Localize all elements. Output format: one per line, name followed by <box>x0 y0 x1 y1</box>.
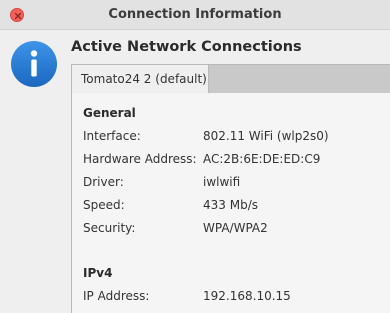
driver-label: Driver: <box>83 175 124 189</box>
section-title-general: General <box>83 106 136 120</box>
section-title-ipv4: IPv4 <box>83 266 113 280</box>
ip-address-label: IP Address: <box>83 289 150 303</box>
interface-label: Interface: <box>83 129 141 143</box>
driver-value: iwlwifi <box>203 175 241 189</box>
interface-value: 802.11 WiFi (wlp2s0) <box>203 129 329 143</box>
tab-bar: Tomato24 2 (default) <box>71 64 390 94</box>
title-bar: Connection Information <box>0 0 390 30</box>
window-title: Connection Information <box>108 7 282 22</box>
security-label: Security: <box>83 221 136 235</box>
tab-connection[interactable]: Tomato24 2 (default) <box>71 64 209 94</box>
info-icon <box>11 41 57 87</box>
connection-details-panel: General Interface: 802.11 WiFi (wlp2s0) … <box>71 93 390 313</box>
connection-info-window: Connection Information Active Network Co… <box>0 0 390 313</box>
speed-value: 433 Mb/s <box>203 198 258 212</box>
ip-address-value: 192.168.10.15 <box>203 289 291 303</box>
security-value: WPA/WPA2 <box>203 221 268 235</box>
page-heading: Active Network Connections <box>71 39 302 55</box>
hardware-address-label: Hardware Address: <box>83 152 197 166</box>
hardware-address-value: AC:2B:6E:DE:ED:C9 <box>203 152 321 166</box>
speed-label: Speed: <box>83 198 125 212</box>
